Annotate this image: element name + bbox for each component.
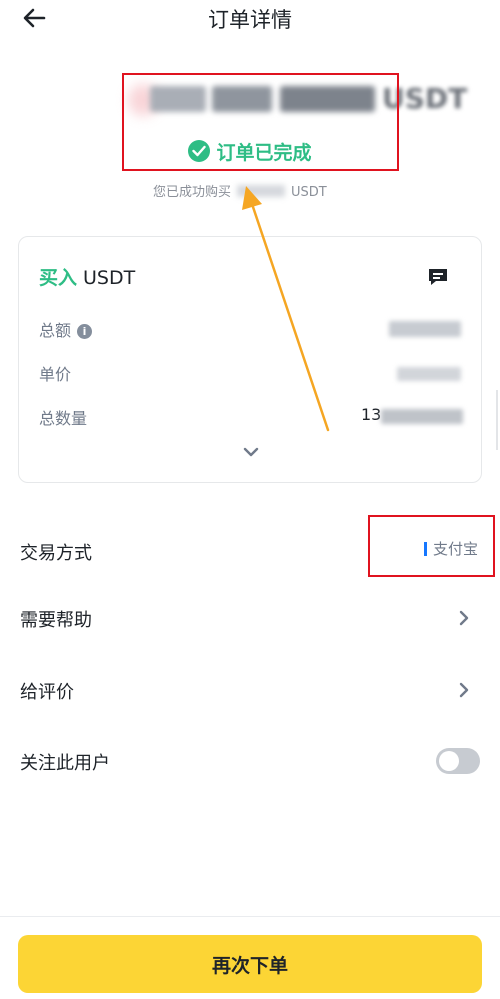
chevron-down-icon[interactable]: [241, 444, 261, 458]
total-amount-label-text: 总额: [39, 321, 72, 340]
total-amount-label: 总额 i: [39, 317, 93, 341]
annotation-highlight-box: [122, 73, 399, 171]
chevron-right-icon: [458, 609, 470, 627]
purchase-summary-prefix: 您已成功购买: [153, 185, 232, 200]
chevron-right-icon: [458, 681, 470, 699]
chat-icon[interactable]: [427, 267, 449, 287]
follow-user-row: 关注此用户: [0, 733, 500, 789]
total-quantity-value-blur: [381, 409, 463, 424]
review-row[interactable]: 给评价: [0, 662, 500, 718]
page-title: 订单详情: [208, 8, 292, 32]
reorder-button[interactable]: 再次下单: [18, 935, 482, 993]
order-detail-card: 买入 USDT 总额 i 单价 总数量 13: [18, 236, 482, 483]
trade-method-label: 交易方式: [20, 543, 92, 564]
purchase-summary: 您已成功购买 USDT: [153, 181, 327, 200]
annotation-highlight-box: [368, 515, 495, 577]
footer-divider: [0, 916, 500, 917]
purchase-summary-unit: USDT: [291, 185, 327, 200]
follow-user-label: 关注此用户: [20, 753, 110, 774]
coin-label: USDT: [83, 267, 136, 289]
purchase-amount-blur: [237, 185, 286, 197]
card-title: 买入 USDT: [39, 263, 135, 290]
toggle-knob: [439, 751, 459, 771]
follow-user-toggle[interactable]: [436, 748, 480, 774]
help-label: 需要帮助: [20, 610, 92, 631]
edge-divider: [496, 390, 498, 450]
total-quantity-value-prefix: 13: [361, 405, 382, 424]
header: 订单详情: [0, 0, 500, 40]
total-amount-value-blur: [389, 321, 461, 337]
total-quantity-label: 总数量: [39, 409, 88, 428]
trade-side-label: 买入: [39, 267, 78, 289]
unit-price-value-blur: [397, 367, 461, 381]
info-icon[interactable]: i: [77, 324, 93, 339]
review-label: 给评价: [20, 682, 74, 703]
help-row[interactable]: 需要帮助: [0, 590, 500, 646]
unit-price-label: 单价: [39, 365, 72, 384]
